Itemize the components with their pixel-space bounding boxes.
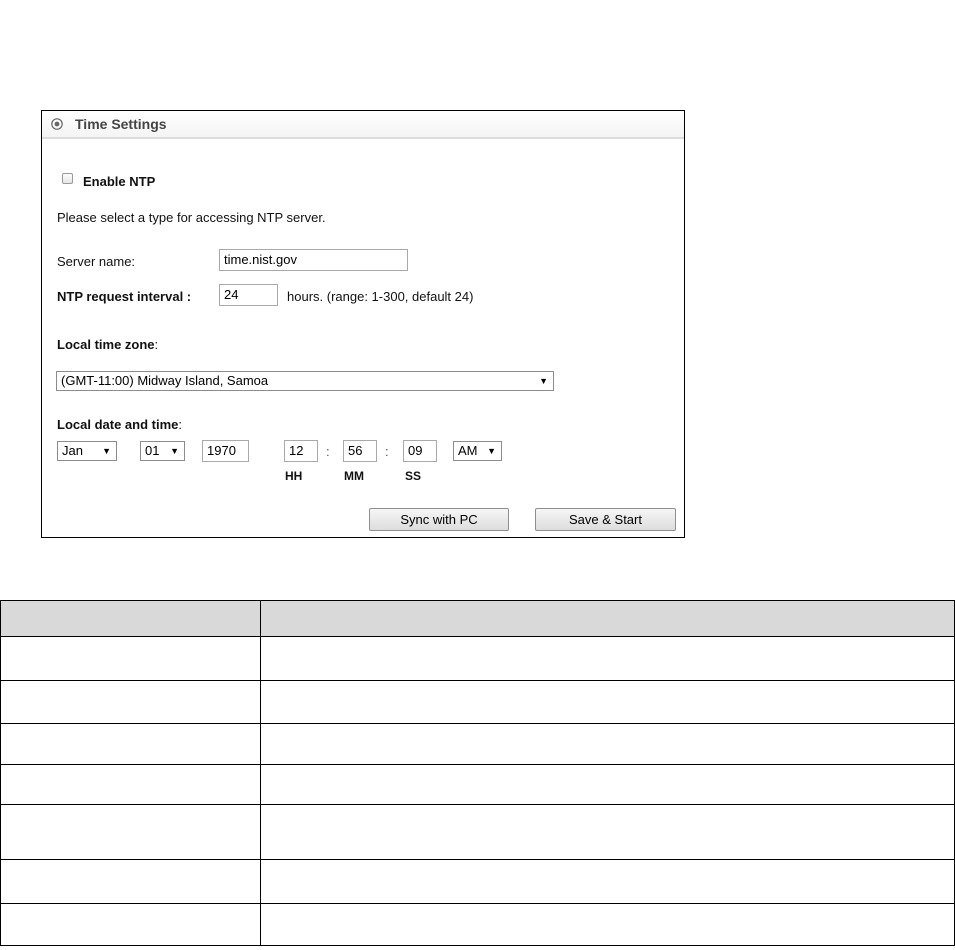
hh-label: HH bbox=[285, 469, 303, 483]
datetime-label-wrap: Local date and time: bbox=[57, 417, 182, 432]
server-name-input[interactable]: time.nist.gov bbox=[219, 249, 408, 271]
table-row bbox=[0, 636, 955, 681]
table-row bbox=[0, 903, 955, 946]
table-cell bbox=[260, 680, 955, 724]
year-input[interactable]: 1970 bbox=[202, 440, 249, 462]
table-row bbox=[0, 859, 955, 904]
chevron-down-icon: ▼ bbox=[170, 446, 179, 456]
timezone-label: Local time zone bbox=[57, 337, 155, 352]
chevron-down-icon: ▼ bbox=[539, 376, 548, 386]
ntp-instruction: Please select a type for accessing NTP s… bbox=[57, 210, 326, 225]
table-cell bbox=[0, 859, 261, 904]
table-cell bbox=[0, 680, 261, 724]
table-row bbox=[0, 764, 955, 805]
description-table bbox=[0, 600, 955, 946]
timezone-select[interactable]: (GMT-11:00) Midway Island, Samoa ▼ bbox=[56, 371, 554, 391]
time-separator: : bbox=[326, 444, 330, 459]
table-header-cell bbox=[0, 600, 261, 637]
ss-label: SS bbox=[405, 469, 422, 483]
minute-input[interactable]: 56 bbox=[343, 440, 377, 462]
table-cell bbox=[260, 804, 955, 860]
table-row bbox=[0, 680, 955, 724]
ntp-interval-hint: hours. (range: 1-300, default 24) bbox=[287, 289, 474, 304]
day-value: 01 bbox=[145, 443, 160, 458]
month-select[interactable]: Jan ▼ bbox=[57, 441, 117, 461]
table-cell bbox=[260, 636, 955, 681]
enable-ntp-checkbox[interactable] bbox=[62, 173, 73, 184]
day-select[interactable]: 01 ▼ bbox=[140, 441, 185, 461]
chevron-down-icon: ▼ bbox=[102, 446, 111, 456]
enable-ntp-label: Enable NTP bbox=[83, 174, 156, 189]
ntp-interval-input[interactable]: 24 bbox=[219, 284, 278, 306]
table-header-cell bbox=[260, 600, 955, 637]
timezone-label-wrap: Local time zone: bbox=[57, 337, 158, 352]
panel-header: Time Settings bbox=[42, 111, 684, 139]
hour-input[interactable]: 12 bbox=[284, 440, 318, 462]
table-row bbox=[0, 723, 955, 765]
save-and-start-button[interactable]: Save & Start bbox=[535, 508, 676, 531]
time-settings-panel: Time Settings Enable NTP Please select a… bbox=[41, 110, 685, 538]
timezone-colon: : bbox=[154, 337, 159, 352]
table-cell bbox=[260, 859, 955, 904]
table-cell bbox=[260, 723, 955, 765]
mm-label: MM bbox=[344, 469, 364, 483]
table-header-row bbox=[0, 600, 955, 637]
table-cell bbox=[0, 723, 261, 765]
sync-with-pc-button[interactable]: Sync with PC bbox=[369, 508, 509, 531]
datetime-colon: : bbox=[178, 417, 182, 432]
table-cell bbox=[0, 804, 261, 860]
table-cell bbox=[0, 903, 261, 946]
table-cell bbox=[0, 636, 261, 681]
table-cell bbox=[260, 903, 955, 946]
second-input[interactable]: 09 bbox=[403, 440, 437, 462]
target-icon bbox=[51, 118, 63, 130]
ampm-select[interactable]: AM ▼ bbox=[453, 441, 502, 461]
datetime-label: Local date and time bbox=[57, 417, 179, 432]
table-cell bbox=[0, 764, 261, 805]
server-name-label: Server name: bbox=[57, 254, 136, 269]
time-separator: : bbox=[385, 444, 389, 459]
chevron-down-icon: ▼ bbox=[487, 446, 496, 456]
panel-title: Time Settings bbox=[75, 116, 167, 132]
month-value: Jan bbox=[62, 443, 83, 458]
table-row bbox=[0, 804, 955, 860]
ntp-interval-label: NTP request interval : bbox=[57, 289, 192, 304]
table-cell bbox=[260, 764, 955, 805]
timezone-selected: (GMT-11:00) Midway Island, Samoa bbox=[61, 373, 269, 388]
ampm-value: AM bbox=[458, 443, 478, 458]
